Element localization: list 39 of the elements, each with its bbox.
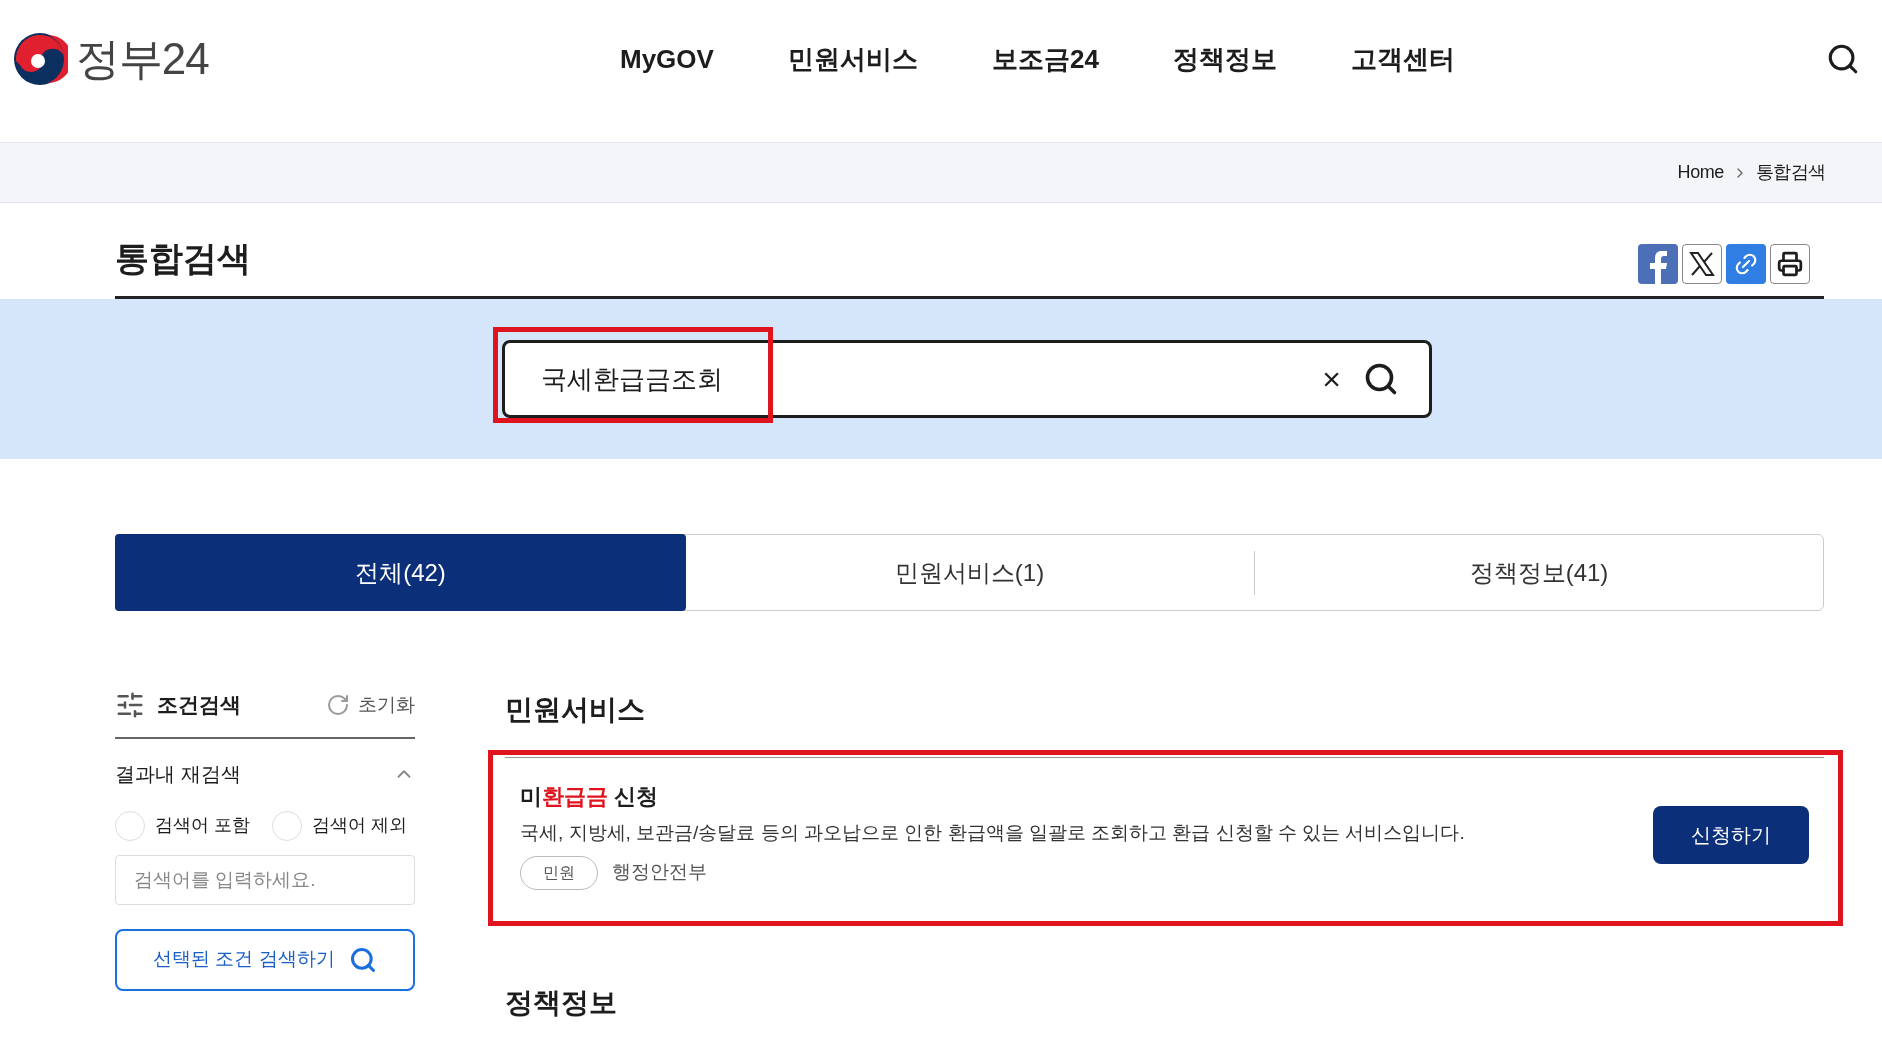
section-title: 정책정보 [505,985,618,1020]
search-field[interactable]: 국세환급금조회 × [502,340,1432,418]
breadcrumb-link[interactable]: Home [1677,159,1724,186]
tab[interactable]: 민원서비스(1) [685,535,1254,610]
radio-label: 검색어 포함 [155,814,250,837]
nav-link[interactable]: 민원서비스 [787,39,918,79]
filter-title: 조건검색 [157,692,241,718]
nav-link[interactable]: 고객센터 [1350,39,1455,79]
emblem-icon [12,31,68,87]
apply-button[interactable]: 신청하기 [1653,805,1809,864]
facebook-icon [1648,250,1668,284]
refresh-icon [326,692,350,717]
print-icon [1777,251,1803,277]
link-button[interactable] [1726,244,1766,284]
section-title: 민원서비스 [505,693,646,727]
section-label: 결과내 재검색 [115,761,241,787]
x-logo-icon [1689,251,1715,277]
nav-link[interactable]: 정책정보 [1172,39,1277,79]
clear-button[interactable]: × [1322,355,1341,403]
page-title: 통합검색 [115,238,251,279]
facebook-button[interactable] [1638,244,1678,284]
search-icon [348,945,377,974]
print-button[interactable] [1770,244,1810,284]
search-icon[interactable] [1363,361,1399,397]
search-field[interactable]: 검색어를 입력하세요. [115,854,415,905]
tab[interactable]: 전체(42) [115,534,686,611]
x-share-button[interactable] [1682,244,1722,284]
radio-label: 검색어 제외 [312,814,408,837]
result-description: 국세, 지방세, 보관금/송달료 등의 과오납으로 인한 환급액을 일괄로 조회하고 환급 신청할 수 있는 서비스입니다. [520,821,1465,845]
search-icon[interactable] [1826,42,1860,76]
breadcrumb-current: 통합검색 [1755,161,1826,184]
search-button[interactable]: 선택된 조건 검색하기 [115,928,415,991]
tab[interactable]: 정책정보(41) [1255,535,1823,610]
logo-text[interactable]: 정부24 [76,26,209,92]
nav-link[interactable]: MyGOV [620,39,714,79]
result-title[interactable]: 미환급금 신청 [520,780,1465,813]
nav-link[interactable]: 보조금24 [991,39,1099,79]
reset-button[interactable]: 초기화 [326,690,415,719]
agency-label: 행정안전부 [612,860,707,885]
